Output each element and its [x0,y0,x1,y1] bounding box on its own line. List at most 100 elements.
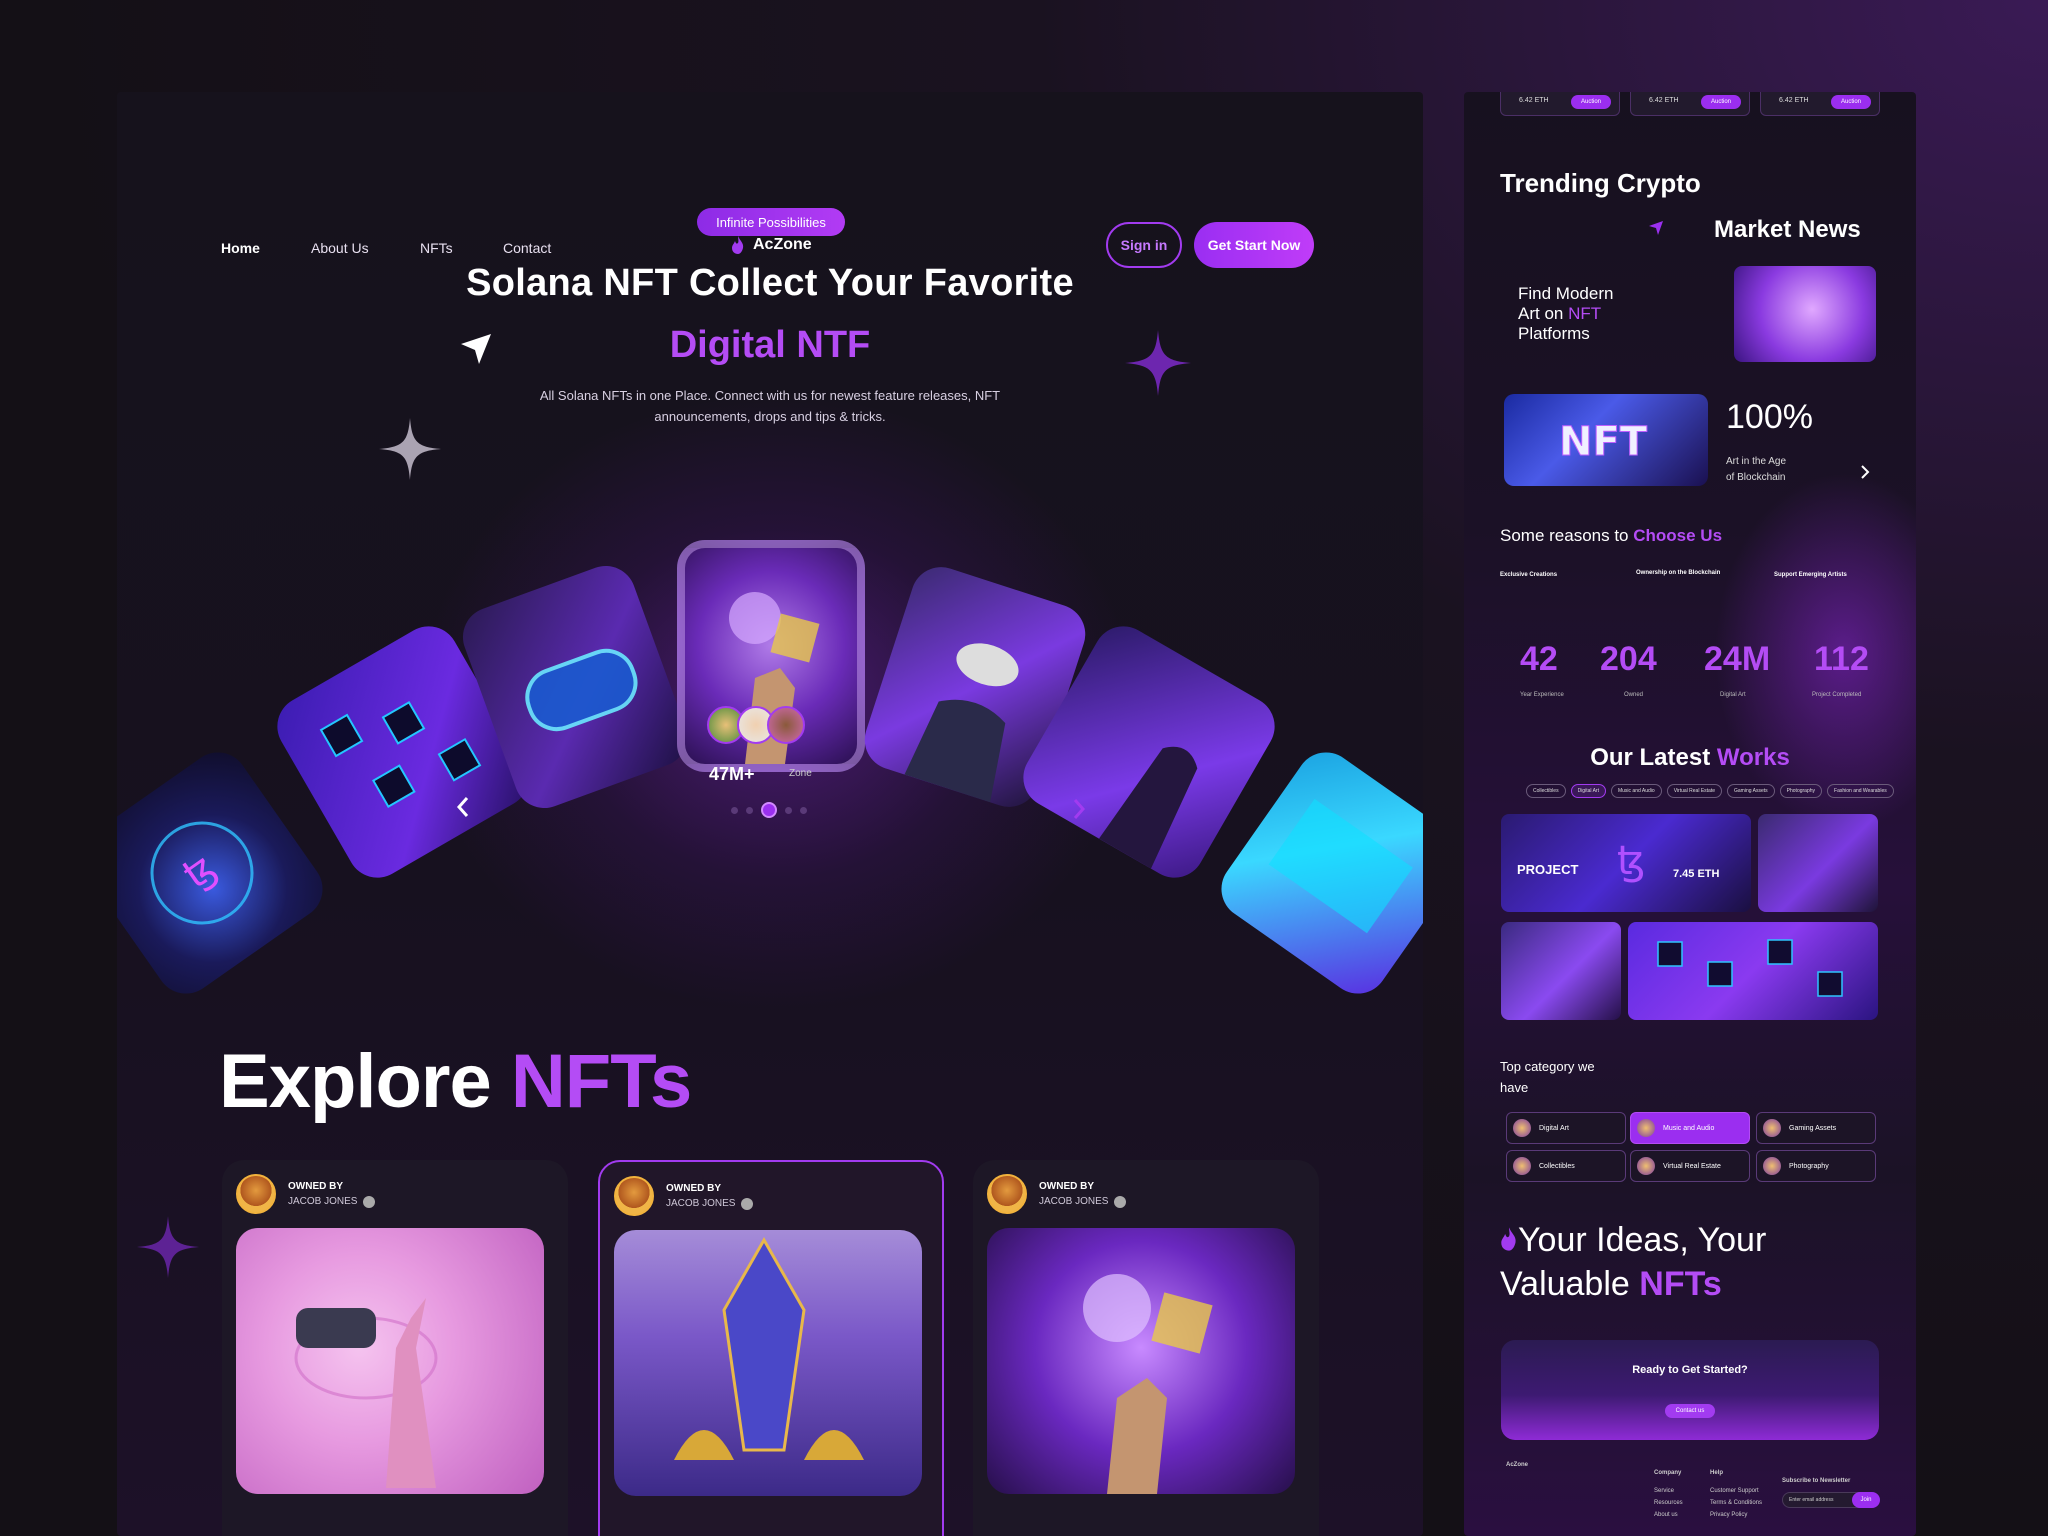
find-modern-text: Find Modern Art on NFT Platforms [1518,284,1613,344]
slider-dot[interactable] [731,806,738,814]
auction-card[interactable]: 6.42 ETH Auction [1500,92,1620,116]
footer-link[interactable]: About us [1654,1512,1678,1518]
nft-image [987,1228,1295,1494]
svg-text:ꜩ: ꜩ [1617,838,1645,884]
reasons-title: Some reasons to [1500,526,1629,545]
footer-link[interactable]: Privacy Policy [1710,1512,1747,1518]
find-modern-line: Find Modern [1518,284,1614,303]
ideas-text: Valuable [1500,1265,1630,1303]
nav-home[interactable]: Home [221,240,260,256]
owner-name-text: JACOB JONES [1039,1196,1109,1207]
tezos-icon: ꜩ [1617,838,1645,884]
category-tag[interactable]: Collectibles [1526,784,1566,798]
auction-price: 6.42 ETH [1519,97,1549,104]
category-tag[interactable]: Virtual Real Estate [1666,784,1723,798]
explore-title: Explore [219,1039,492,1124]
latest-title: Our Latest [1590,744,1711,771]
logo-text: AcZone [753,236,812,253]
stat-value: 112 [1814,640,1869,678]
project-card[interactable]: PROJECT 7.45 ETH ꜩ [1501,814,1751,912]
slider-dot[interactable] [800,806,807,814]
chevron-right-icon[interactable] [1860,464,1870,480]
footer-col-title: Company [1654,1470,1682,1476]
work-image[interactable] [1758,814,1878,912]
tagline-pill: Infinite Possibilities [697,208,845,236]
auction-card[interactable]: 6.42 ETH Auction [1760,92,1880,116]
latest-accent: Works [1716,744,1790,771]
stat-label: Project Completed [1812,692,1862,698]
top-category-line: Top category we [1500,1059,1595,1074]
category-tag[interactable]: Fashion and Wearables [1827,784,1894,798]
category-music-audio[interactable]: Music and Audio [1630,1112,1750,1144]
nft-card[interactable]: OWNED BY JACOB JONES [598,1160,944,1536]
slider-dot[interactable] [746,806,753,814]
owner-name-text: JACOB JONES [666,1198,736,1209]
find-modern-line: Platforms [1518,324,1590,343]
owner-avatar [614,1176,654,1216]
footer-col-title: Help [1710,1470,1724,1476]
footer-link[interactable]: Customer Support [1710,1488,1759,1494]
flame-icon [732,236,744,254]
slider-prev-button[interactable] [453,792,473,830]
category-avatar [1763,1157,1781,1175]
sparkle-icon [137,1216,199,1278]
footer-link[interactable]: Terms & Conditions [1710,1500,1762,1506]
footer-link[interactable]: Resources [1654,1500,1683,1506]
footer-logo[interactable]: AcZone [1506,1462,1528,1468]
nft-card[interactable]: OWNED BY JACOB JONES [973,1160,1319,1536]
newsletter-join-button[interactable]: Join [1852,1492,1880,1508]
auction-card[interactable]: 6.42 ETH Auction [1630,92,1750,116]
category-tag[interactable]: Photography [1779,784,1823,798]
percent-stat: 100% [1726,398,1813,436]
auction-price: 6.42 ETH [1649,97,1679,104]
reason-item: Support Emerging Artists [1774,572,1847,578]
work-image[interactable] [1501,922,1621,1020]
sparkle-icon [1125,330,1191,396]
hero-description: All Solana NFTs in one Place. Connect wi… [539,388,1001,424]
footer-col-title: Subscribe to Newsletter [1782,1478,1851,1484]
nav-about[interactable]: About Us [311,240,369,256]
blockchain-line: Art in the Age [1726,456,1787,467]
find-modern-accent: NFT [1568,304,1602,323]
auction-button[interactable]: Auction [1831,95,1871,109]
stat-label: Digital Art [1720,692,1746,698]
flame-icon [1501,1227,1516,1251]
contact-us-button[interactable]: Contact us [1665,1404,1715,1418]
slider-next-button[interactable] [1069,794,1089,832]
owner-avatar [236,1174,276,1214]
ideas-line: Your Ideas, Your [1500,1218,1766,1262]
nav-contact[interactable]: Contact [503,240,551,256]
work-image[interactable] [1628,922,1878,1020]
category-collectibles[interactable]: Collectibles [1506,1150,1626,1182]
category-tag[interactable]: Gaming Assets [1727,784,1775,798]
category-tag[interactable]: Digital Art [1570,784,1606,798]
market-news-image [1734,266,1876,362]
reasons-heading: Some reasons to Choose Us [1500,526,1722,546]
footer-link[interactable]: Service [1654,1488,1674,1494]
explore-heading: Explore NFTs [219,1038,692,1125]
category-photography[interactable]: Photography [1756,1150,1876,1182]
category-digital-art[interactable]: Digital Art [1506,1112,1626,1144]
nav-nfts[interactable]: NFTs [420,240,453,256]
top-category-heading: Top category we have [1500,1056,1595,1098]
category-virtual-real-estate[interactable]: Virtual Real Estate [1630,1150,1750,1182]
nft-banner-image: NFT [1504,394,1708,486]
auction-button[interactable]: Auction [1571,95,1611,109]
logo[interactable]: AcZone [731,236,812,254]
carousel-image[interactable]: ꜩ [117,740,335,1006]
nft-card[interactable]: OWNED BY JACOB JONES [222,1160,568,1536]
slider-dot[interactable] [761,802,777,818]
slider-dots [731,802,807,818]
find-modern-word: Art on [1518,304,1564,323]
zone-count: 47M+ [709,764,755,784]
category-gaming-assets[interactable]: Gaming Assets [1756,1112,1876,1144]
category-tag[interactable]: Music and Audio [1610,784,1662,798]
latest-works-heading: Our Latest Works [1464,744,1916,772]
market-news-heading: Market News [1714,216,1861,243]
slider-dot[interactable] [785,806,792,814]
svg-text:ꜩ: ꜩ [175,844,225,898]
cursor-arrow-icon [461,334,491,364]
ideas-heading: Your Ideas, Your Valuable NFTs [1500,1218,1766,1306]
auction-button[interactable]: Auction [1701,95,1741,109]
owner-name: JACOB JONES [288,1195,376,1208]
